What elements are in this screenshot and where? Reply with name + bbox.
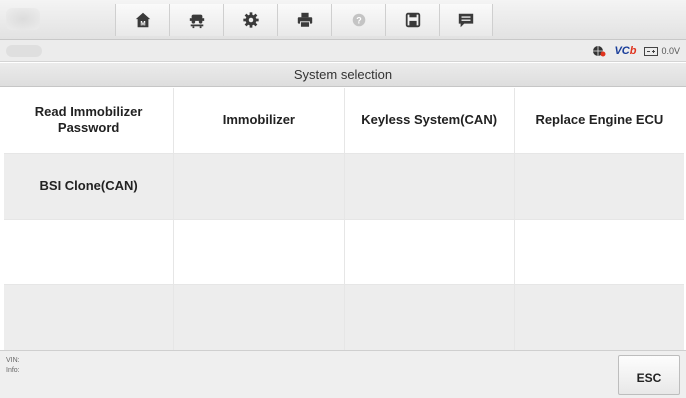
settings-button[interactable] <box>223 4 277 36</box>
status-left-area <box>6 45 42 57</box>
grid-cell-empty <box>344 219 514 285</box>
help-icon: ? <box>352 13 365 27</box>
home-button[interactable]: M <box>115 4 169 36</box>
voltage-value: 0.0V <box>661 46 680 56</box>
vehicle-button[interactable] <box>169 4 223 36</box>
home-icon: M <box>135 12 150 27</box>
grid-cell-empty <box>514 153 684 219</box>
grid-cell-read-immobilizer-password[interactable]: Read Immobilizer Password <box>4 88 174 153</box>
vin-label: VIN: <box>6 357 20 364</box>
app-logo <box>6 8 40 30</box>
system-grid: Read Immobilizer Password Immobilizer Ke… <box>4 88 684 350</box>
grid-cell-empty <box>344 153 514 219</box>
grid-cell-empty <box>344 285 514 350</box>
vehicle-info: VIN: Info: <box>6 356 20 376</box>
info-label: Info: <box>6 367 20 374</box>
status-indicators: VCb 0.0V <box>592 43 680 59</box>
top-toolbar: M ? <box>0 0 686 40</box>
svg-text:M: M <box>140 20 145 27</box>
message-icon <box>458 13 474 28</box>
save-button[interactable] <box>385 4 439 36</box>
grid-cell-empty <box>174 285 344 350</box>
esc-button[interactable]: ESC <box>618 355 680 395</box>
page-title: System selection <box>0 63 686 87</box>
grid-cell-empty <box>4 285 174 350</box>
battery-status: 0.0V <box>644 46 680 56</box>
grid-cell-empty <box>514 219 684 285</box>
grid-cell-empty <box>514 285 684 350</box>
grid-cell-keyless-system[interactable]: Keyless System(CAN) <box>344 88 514 153</box>
grid-cell-empty <box>174 219 344 285</box>
toolbar-buttons: M ? <box>115 4 493 36</box>
grid-cell-immobilizer[interactable]: Immobilizer <box>174 88 344 153</box>
printer-icon <box>297 12 312 28</box>
grid-cell-empty <box>4 219 174 285</box>
svg-text:?: ? <box>356 16 362 26</box>
save-icon <box>405 12 420 28</box>
gear-icon <box>242 12 259 28</box>
footer-bar: VIN: Info: ESC <box>0 350 686 398</box>
status-bar: VCb 0.0V <box>0 40 686 62</box>
print-button[interactable] <box>277 4 331 36</box>
grid-cell-bsi-clone[interactable]: BSI Clone(CAN) <box>4 153 174 219</box>
vehicle-lift-icon <box>189 14 204 29</box>
grid-cell-replace-engine-ecu[interactable]: Replace Engine ECU <box>514 88 684 153</box>
message-button[interactable] <box>439 4 493 36</box>
grid-cell-empty <box>174 153 344 219</box>
battery-icon <box>644 46 659 56</box>
help-button[interactable]: ? <box>331 4 385 36</box>
network-icon <box>593 46 606 57</box>
vci-status: VCb <box>614 45 637 57</box>
